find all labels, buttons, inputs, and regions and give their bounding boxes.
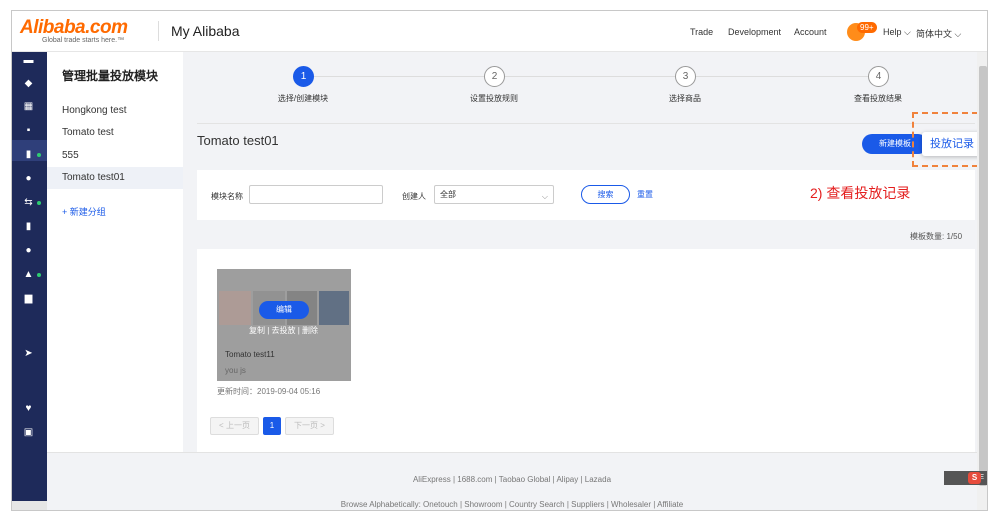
page-number[interactable]: 1 [263, 417, 281, 435]
nav-trade[interactable]: Trade [690, 27, 713, 37]
module-sidebar: 管理批量投放模块 Hongkong test Tomato test 555 T… [47, 52, 183, 452]
creator-filter-label: 创建人 [402, 192, 426, 201]
template-owner: you js [225, 366, 246, 375]
send-icon[interactable]: ➤ [23, 348, 34, 359]
next-page-button[interactable]: 下一页 > [285, 417, 334, 435]
sidebar-item-tomato-test01[interactable]: Tomato test01 [47, 167, 183, 189]
vertical-scrollbar[interactable] [977, 52, 987, 510]
globe-icon[interactable]: ● [23, 245, 34, 256]
annotation-text: 2) 查看投放记录 [810, 185, 911, 201]
briefcase-icon[interactable]: ▣ [23, 427, 34, 438]
browser-viewport: Alibaba.com Global trade starts here.™ M… [11, 10, 988, 511]
filter-panel: 模块名称 创建人 全部 ⌵ 搜索 重置 [197, 170, 797, 220]
template-card[interactable]: 编辑 复制 | 去投放 | 删除 Tomato test11 you js [217, 269, 351, 381]
step-2-circle: 2 [484, 66, 505, 87]
main-content: 1 选择/创建模块 2 设置投放规则 3 选择商品 4 查看投放结果 Tomat… [183, 52, 987, 452]
divider [197, 123, 975, 124]
alibaba-logo[interactable]: Alibaba.com Global trade starts here.™ [20, 17, 160, 45]
logo-text: Alibaba.com [20, 17, 128, 38]
step-connector [696, 76, 868, 77]
chart-icon[interactable]: ▮ [23, 149, 34, 160]
users-icon[interactable]: ● [23, 173, 34, 184]
step-progress: 1 选择/创建模块 2 设置投放规则 3 选择商品 4 查看投放结果 [193, 62, 975, 122]
search-button[interactable]: 搜索 [581, 185, 630, 204]
creator-select-value: 全部 [440, 190, 456, 199]
reset-button[interactable]: 重置 [637, 189, 653, 200]
card-actions[interactable]: 复制 | 去投放 | 删除 [249, 325, 318, 336]
store-icon[interactable]: ▬ [23, 55, 34, 66]
sidebar-item-tomato-test[interactable]: Tomato test [47, 122, 183, 144]
update-time: 更新时间：2019-09-04 05:16 [217, 387, 321, 396]
notification-badge: 99+ [857, 22, 877, 33]
header-divider [158, 21, 159, 41]
scroll-thumb[interactable] [979, 66, 987, 486]
footer-links-secondary[interactable]: Browse Alphabetically: Onetouch | Showro… [47, 500, 977, 509]
horizontal-scrollbar[interactable] [12, 501, 47, 510]
name-filter-label: 模块名称 [211, 192, 243, 201]
step-1-circle: 1 [293, 66, 314, 87]
shield-icon[interactable]: ◆ [23, 78, 34, 89]
step-3-label: 选择商品 [669, 94, 701, 103]
transfer-icon[interactable]: ⇆ [23, 197, 34, 208]
edit-button[interactable]: 编辑 [259, 301, 309, 319]
template-name: Tomato test11 [225, 350, 275, 359]
sidebar-item-555[interactable]: 555 [47, 145, 183, 167]
heart-icon[interactable]: ♥ [23, 403, 34, 414]
top-header: Alibaba.com Global trade starts here.™ M… [12, 11, 987, 52]
step-2-label: 设置投放规则 [470, 94, 518, 103]
nav-account[interactable]: Account [794, 27, 827, 37]
step-3-circle: 3 [675, 66, 696, 87]
template-count: 模板数量: 1/50 [910, 232, 963, 241]
sidebar-title: 管理批量投放模块 [62, 69, 159, 83]
floating-widget[interactable]: CE [944, 471, 987, 485]
document-icon[interactable]: ▮ [23, 221, 34, 232]
creator-select[interactable]: 全部 ⌵ [434, 185, 554, 204]
language-selector[interactable]: 简体中文 ⌵ [916, 27, 961, 40]
step-1-label: 选择/创建模块 [277, 94, 329, 103]
bank-icon[interactable]: ▆ [23, 293, 34, 304]
service-icon[interactable]: ▲ [23, 269, 34, 280]
widget-s-icon[interactable]: S [968, 472, 981, 484]
delivery-record-button[interactable]: 投放记录 [922, 132, 982, 156]
footer: AliExpress | 1688.com | Taobao Global | … [47, 452, 987, 510]
message-icon[interactable]: ▪ [23, 125, 34, 136]
prev-page-button[interactable]: < 上一页 [210, 417, 259, 435]
step-4-label: 查看投放结果 [854, 94, 902, 103]
step-connector [505, 76, 675, 77]
screenshot-frame: Alibaba.com Global trade starts here.™ M… [0, 0, 997, 521]
status-dot [37, 273, 41, 277]
page-title: My Alibaba [171, 23, 240, 39]
step-connector [314, 76, 484, 77]
nav-help[interactable]: Help ⌵ [883, 27, 911, 38]
sidebar-item-hongkong-test[interactable]: Hongkong test [47, 100, 183, 122]
footer-links-primary[interactable]: AliExpress | 1688.com | Taobao Global | … [47, 475, 977, 484]
icon-sidebar: ▬ ◆ ▦ ▪ ▮ ● ⇆ ▮ ● ▲ ▆ ➤ ♥ ▣ [12, 52, 47, 510]
status-dot [37, 201, 41, 205]
template-grid: 编辑 复制 | 去投放 | 删除 Tomato test11 you js 更新… [197, 249, 975, 452]
grid-icon[interactable]: ▦ [23, 101, 34, 112]
logo-tagline: Global trade starts here.™ [42, 37, 125, 44]
nav-development[interactable]: Development [728, 27, 781, 37]
add-group-link[interactable]: + 新建分组 [62, 205, 106, 218]
chevron-down-icon: ⌵ [541, 192, 548, 201]
name-filter-input[interactable] [249, 185, 383, 204]
status-dot [37, 153, 41, 157]
step-4-circle: 4 [868, 66, 889, 87]
module-title: Tomato test01 [197, 133, 279, 148]
